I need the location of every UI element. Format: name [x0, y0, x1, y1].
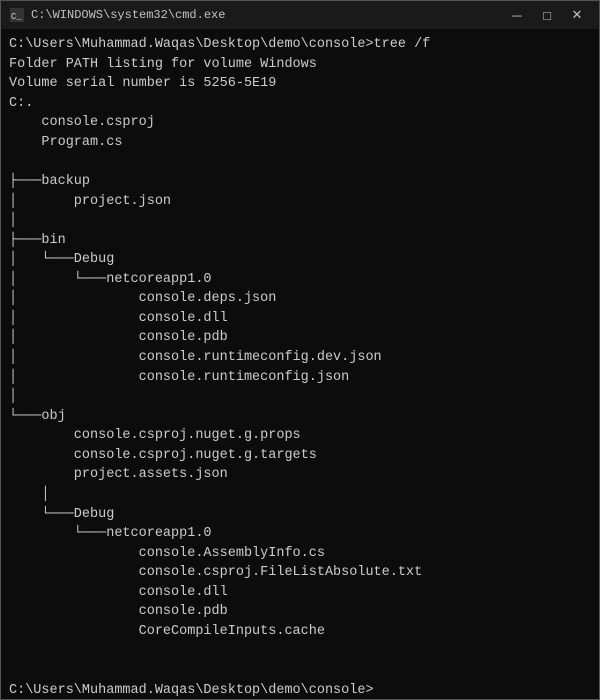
cmd-window: C_ C:\WINDOWS\system32\cmd.exe ─ □ ✕ C:\…: [0, 0, 600, 700]
console-line: [9, 661, 591, 681]
console-line: console.csproj.nuget.g.props: [9, 426, 591, 446]
console-line: │: [9, 387, 591, 407]
console-line: └───netcoreapp1.0: [9, 524, 591, 544]
console-line: console.AssemblyInfo.cs: [9, 544, 591, 564]
cmd-icon: C_: [9, 7, 25, 23]
console-line: project.assets.json: [9, 465, 591, 485]
console-line: console.pdb: [9, 602, 591, 622]
console-line: ├───backup: [9, 172, 591, 192]
console-line: [9, 641, 591, 661]
console-line: Folder PATH listing for volume Windows: [9, 55, 591, 75]
console-line: C:\Users\Muhammad.Waqas\Desktop\demo\con…: [9, 681, 591, 699]
console-line: │ └───netcoreapp1.0: [9, 270, 591, 290]
console-line: C:\Users\Muhammad.Waqas\Desktop\demo\con…: [9, 35, 591, 55]
console-line: │ console.runtimeconfig.dev.json: [9, 348, 591, 368]
title-bar-left: C_ C:\WINDOWS\system32\cmd.exe: [9, 7, 225, 23]
console-line: │ console.dll: [9, 309, 591, 329]
console-line: C:.: [9, 94, 591, 114]
console-line: │ └───Debug: [9, 250, 591, 270]
console-line: ├───bin: [9, 231, 591, 251]
console-line: console.csproj.nuget.g.targets: [9, 446, 591, 466]
minimize-button[interactable]: ─: [503, 4, 531, 26]
console-line: │ console.runtimeconfig.json: [9, 368, 591, 388]
window-controls: ─ □ ✕: [503, 4, 591, 26]
console-output: C:\Users\Muhammad.Waqas\Desktop\demo\con…: [1, 29, 599, 699]
console-line: Program.cs: [9, 133, 591, 153]
console-line: │: [9, 211, 591, 231]
console-line: [9, 152, 591, 172]
maximize-button[interactable]: □: [533, 4, 561, 26]
svg-text:C_: C_: [11, 12, 22, 22]
console-line: CoreCompileInputs.cache: [9, 622, 591, 642]
console-line: console.dll: [9, 583, 591, 603]
console-line: │: [9, 485, 591, 505]
console-line: │ project.json: [9, 192, 591, 212]
close-button[interactable]: ✕: [563, 4, 591, 26]
console-line: console.csproj.FileListAbsolute.txt: [9, 563, 591, 583]
title-bar: C_ C:\WINDOWS\system32\cmd.exe ─ □ ✕: [1, 1, 599, 29]
window-title: C:\WINDOWS\system32\cmd.exe: [31, 8, 225, 22]
console-line: │ console.deps.json: [9, 289, 591, 309]
console-line: │ console.pdb: [9, 328, 591, 348]
console-line: Volume serial number is 5256-5E19: [9, 74, 591, 94]
console-line: └───obj: [9, 407, 591, 427]
console-line: └───Debug: [9, 505, 591, 525]
console-line: console.csproj: [9, 113, 591, 133]
